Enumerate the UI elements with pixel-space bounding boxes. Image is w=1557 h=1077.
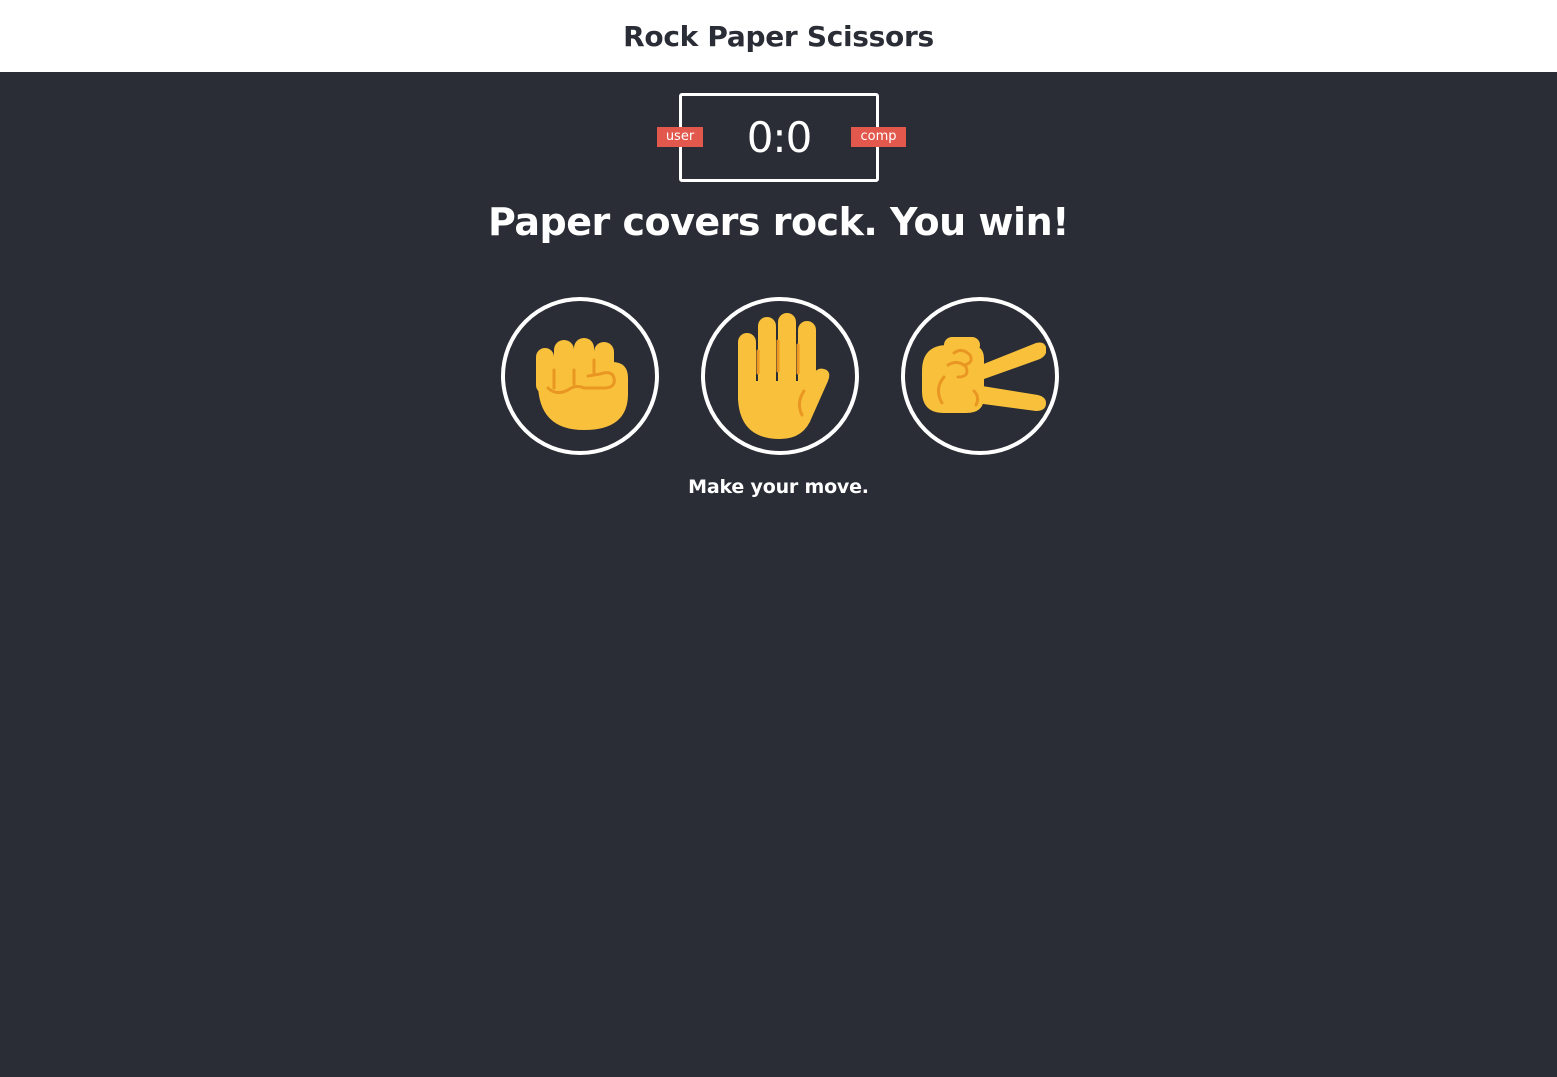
choices-row — [501, 297, 1059, 457]
move-prompt: Make your move. — [688, 476, 869, 498]
scissors-button[interactable] — [901, 297, 1059, 455]
raised-fist-icon — [536, 338, 628, 430]
result-message: Paper covers rock. You win! — [488, 200, 1069, 244]
score-display: 0:0 — [746, 113, 813, 162]
comp-badge: comp — [851, 127, 906, 147]
raised-hand-icon — [738, 313, 830, 439]
app-header: Rock Paper Scissors — [0, 0, 1557, 72]
paper-button[interactable] — [701, 297, 859, 455]
rock-button[interactable] — [501, 297, 659, 455]
app-title: Rock Paper Scissors — [623, 19, 934, 53]
victory-hand-icon — [922, 337, 1046, 413]
scoreboard: user 0:0 comp — [657, 93, 906, 182]
